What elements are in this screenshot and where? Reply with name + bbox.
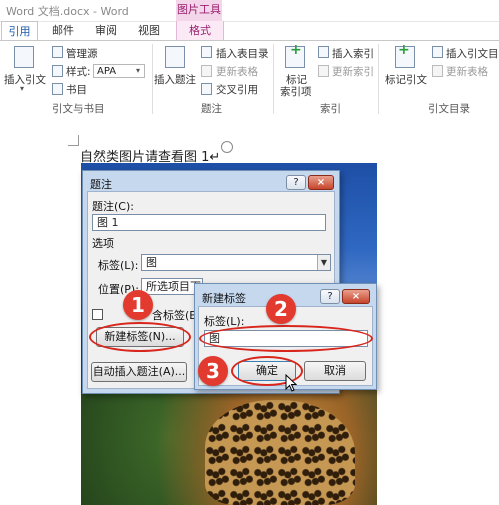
tab-format[interactable]: 格式 [176,21,224,40]
group-label-captions: 题注 [201,103,222,115]
options-section-label: 选项 [92,237,114,250]
insert-citation-icon [14,46,34,68]
insert-index-button[interactable]: 插入索引 [332,46,374,61]
tab-review[interactable]: 审阅 [91,21,121,40]
group-label-table-of-authorities: 引文目录 [428,103,470,115]
caption-input[interactable]: 图 1 [92,214,326,231]
chevron-down-icon[interactable]: ▾ [136,64,140,78]
group-divider [152,44,153,114]
update-index-icon [318,65,329,77]
new-label-dialog-help-button[interactable]: ? [320,289,340,304]
picture-tools-contextual-group: 图片工具 [176,0,222,21]
cross-reference-icon [201,83,212,95]
margin-corner-mark [68,135,79,146]
caption-dialog-title: 题注 [90,178,112,191]
insert-table-of-figures-button[interactable]: 插入表目录 [216,46,269,61]
bibliography-icon [52,83,63,95]
insert-toa-button[interactable]: 插入引文目录 [446,46,499,61]
autocaption-button[interactable]: 自动插入题注(A)... [91,362,187,382]
update-toa-icon [432,65,443,77]
tab-mailings[interactable]: 邮件 [48,21,78,40]
insert-citation-button[interactable]: 插入引文 [4,72,46,87]
new-label-dialog-close-button[interactable]: × [342,289,370,304]
manage-sources-button[interactable]: 管理源 [66,46,98,61]
style-icon [52,65,63,77]
update-index-button[interactable]: 更新索引 [332,64,374,79]
group-divider [378,44,379,114]
insert-citation-dropdown-icon[interactable]: ▾ [20,84,24,93]
caption-field-label: 题注(C): [92,200,134,213]
mark-citation-button[interactable]: 标记引文 [385,72,427,87]
update-toa-button[interactable]: 更新表格 [446,64,488,79]
exclude-label-checkbox-label: 含标签(E [152,309,197,322]
highlight-ring-new-label [89,322,191,352]
caption-dialog-close-button[interactable]: × [308,175,334,190]
highlight-ring-label-input [199,325,373,352]
leopard-image-detail [205,400,355,505]
rotate-handle[interactable] [221,141,233,153]
step-badge-1: 1 [123,290,153,320]
exclude-label-checkbox[interactable] [92,309,103,320]
bibliography-button[interactable]: 书目 [66,82,87,97]
insert-caption-button[interactable]: 插入题注 [154,72,196,87]
step-badge-3: 3 [198,356,228,386]
update-table-button[interactable]: 更新表格 [216,64,258,79]
insert-toa-icon [432,46,443,58]
group-divider [273,44,274,114]
plus-icon: + [398,42,410,58]
insert-caption-icon [165,46,185,68]
tab-view[interactable]: 视图 [134,21,164,40]
style-label: 样式: [66,66,91,78]
caption-dialog-help-button[interactable]: ? [286,175,306,190]
mouse-cursor-icon [285,374,297,392]
group-label-citations: 引文与书目 [52,103,105,115]
plus-icon: + [290,42,302,58]
cross-reference-button[interactable]: 交叉引用 [216,82,258,97]
manage-sources-icon [52,46,63,58]
step-badge-2: 2 [266,294,296,324]
group-label-index: 索引 [320,103,341,115]
chevron-down-icon[interactable]: ▼ [317,255,330,270]
insert-index-icon [318,46,329,58]
window-title: Word 文档.docx - Word [6,5,129,18]
cancel-button[interactable]: 取消 [304,361,366,381]
mark-entry-button-line2[interactable]: 索引项 [280,84,312,99]
update-table-icon [201,65,212,77]
insert-table-of-figures-icon [201,46,212,58]
label-select[interactable]: 图 [141,254,331,271]
label-select-label: 标签(L): [98,259,139,272]
new-label-dialog-title: 新建标签 [202,292,246,305]
tab-references[interactable]: 引用 [1,21,38,41]
